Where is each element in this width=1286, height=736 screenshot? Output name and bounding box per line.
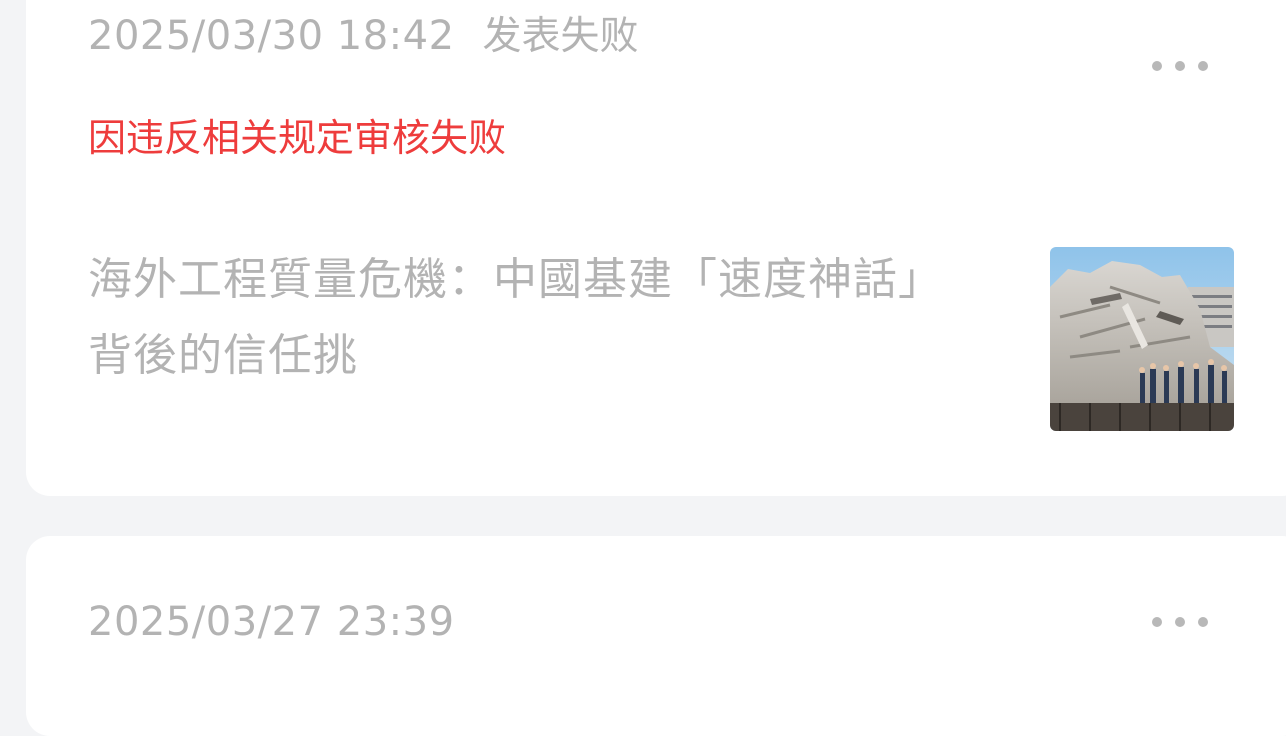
article-preview[interactable]: 海外工程質量危機：中國基建「速度神話」背後的信任挑: [88, 242, 988, 432]
post-timestamp: 2025/03/27 23:39: [88, 599, 455, 645]
post-card[interactable]: 2025/03/27 23:39: [26, 536, 1286, 736]
rubble-photo-icon: [1050, 247, 1234, 431]
post-card[interactable]: 2025/03/30 18:42 发表失败 因违反相关规定审核失败 海外工程質量…: [26, 0, 1286, 496]
more-options-button[interactable]: [1152, 607, 1208, 637]
publish-status: 发表失败: [482, 14, 639, 59]
more-horizontal-icon: [1152, 61, 1208, 71]
post-meta: 2025/03/27 23:39: [88, 598, 455, 646]
review-rejection-reason: 因违反相关规定审核失败: [88, 116, 507, 160]
post-timestamp: 2025/03/30 18:42: [88, 13, 455, 59]
post-meta: 2025/03/30 18:42 发表失败: [88, 12, 639, 61]
article-title: 海外工程質量危機：中國基建「速度神話」背後的信任挑: [88, 254, 943, 381]
article-thumbnail[interactable]: [1050, 247, 1234, 431]
more-options-button[interactable]: [1152, 51, 1208, 81]
more-horizontal-icon: [1152, 617, 1208, 627]
